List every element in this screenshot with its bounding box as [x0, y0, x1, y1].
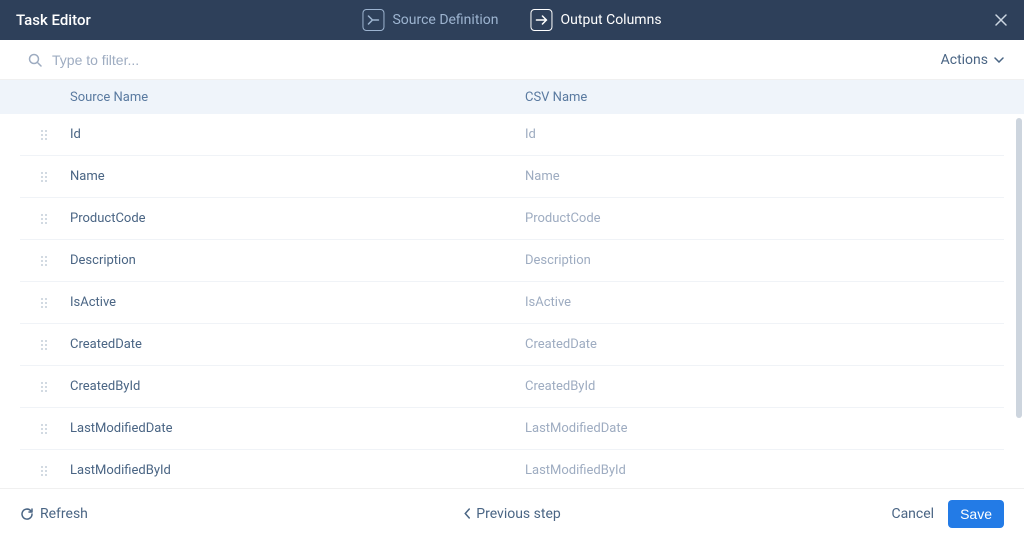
drag-handle-icon[interactable]	[40, 129, 70, 141]
table-row[interactable]: NameName	[20, 156, 1004, 198]
drag-handle-icon[interactable]	[40, 423, 70, 435]
cell-source: Name	[70, 169, 525, 184]
prev-label: Previous step	[476, 506, 560, 522]
tab-label: Source Definition	[392, 12, 498, 28]
drag-handle-icon[interactable]	[40, 297, 70, 309]
drag-handle-icon[interactable]	[40, 255, 70, 267]
header-bar: Task Editor Source Definition Output Col…	[0, 0, 1024, 40]
scrollbar-thumb[interactable]	[1016, 118, 1022, 418]
table-container: Source Name CSV Name IdIdNameNameProduct…	[0, 80, 1024, 488]
footer: Refresh Previous step Cancel Save	[0, 488, 1024, 538]
tab-source-definition[interactable]: Source Definition	[362, 9, 498, 31]
cell-source: LastModifiedDate	[70, 421, 525, 436]
tab-output-columns[interactable]: Output Columns	[531, 9, 662, 31]
table-row[interactable]: CreatedByIdCreatedById	[20, 366, 1004, 408]
filter-input[interactable]	[52, 52, 352, 68]
drag-handle-icon[interactable]	[40, 381, 70, 393]
table-row[interactable]: LastModifiedByIdLastModifiedById	[20, 450, 1004, 488]
cell-csv: Id	[525, 127, 536, 142]
filter-wrap	[28, 52, 352, 68]
table-header: Source Name CSV Name	[0, 80, 1024, 114]
table-body: IdIdNameNameProductCodeProductCodeDescri…	[0, 114, 1024, 488]
tab-label: Output Columns	[561, 12, 662, 28]
chevron-down-icon	[994, 57, 1004, 63]
previous-step-button[interactable]: Previous step	[463, 506, 560, 522]
source-definition-icon	[362, 9, 384, 31]
cell-source: Description	[70, 253, 525, 268]
footer-right: Cancel Save	[891, 500, 1004, 528]
table-row[interactable]: DescriptionDescription	[20, 240, 1004, 282]
cell-source: CreatedById	[70, 379, 525, 394]
cell-csv: Name	[525, 169, 560, 184]
cell-source: LastModifiedById	[70, 463, 525, 478]
actions-label: Actions	[941, 52, 988, 68]
table-row[interactable]: ProductCodeProductCode	[20, 198, 1004, 240]
refresh-label: Refresh	[40, 506, 88, 522]
table-row[interactable]: IsActiveIsActive	[20, 282, 1004, 324]
cell-csv: Description	[525, 253, 591, 268]
drag-handle-icon[interactable]	[40, 465, 70, 477]
close-icon[interactable]	[994, 13, 1008, 27]
save-button[interactable]: Save	[948, 500, 1004, 528]
cell-csv: LastModifiedDate	[525, 421, 627, 436]
drag-handle-icon[interactable]	[40, 213, 70, 225]
table-row[interactable]: CreatedDateCreatedDate	[20, 324, 1004, 366]
output-columns-icon	[531, 9, 553, 31]
col-csv-header: CSV Name	[525, 90, 587, 105]
cell-csv: IsActive	[525, 295, 571, 310]
drag-handle-icon[interactable]	[40, 339, 70, 351]
table-row[interactable]: LastModifiedDateLastModifiedDate	[20, 408, 1004, 450]
scrollbar-track	[1014, 118, 1022, 488]
cancel-button[interactable]: Cancel	[891, 506, 934, 522]
toolbar: Actions	[0, 40, 1024, 80]
cell-source: ProductCode	[70, 211, 525, 226]
actions-dropdown[interactable]: Actions	[941, 52, 1004, 68]
search-icon	[28, 53, 42, 67]
drag-handle-icon[interactable]	[40, 171, 70, 183]
cell-source: IsActive	[70, 295, 525, 310]
cell-source: CreatedDate	[70, 337, 525, 352]
refresh-button[interactable]: Refresh	[20, 506, 88, 522]
refresh-icon	[20, 507, 34, 521]
chevron-left-icon	[463, 508, 470, 519]
cell-csv: LastModifiedById	[525, 463, 626, 478]
cell-csv: ProductCode	[525, 211, 601, 226]
cell-csv: CreatedById	[525, 379, 595, 394]
cell-source: Id	[70, 127, 525, 142]
table-row[interactable]: IdId	[20, 114, 1004, 156]
header-title: Task Editor	[16, 11, 91, 29]
col-source-header: Source Name	[70, 90, 525, 105]
cell-csv: CreatedDate	[525, 337, 597, 352]
header-tabs: Source Definition Output Columns	[362, 9, 661, 31]
